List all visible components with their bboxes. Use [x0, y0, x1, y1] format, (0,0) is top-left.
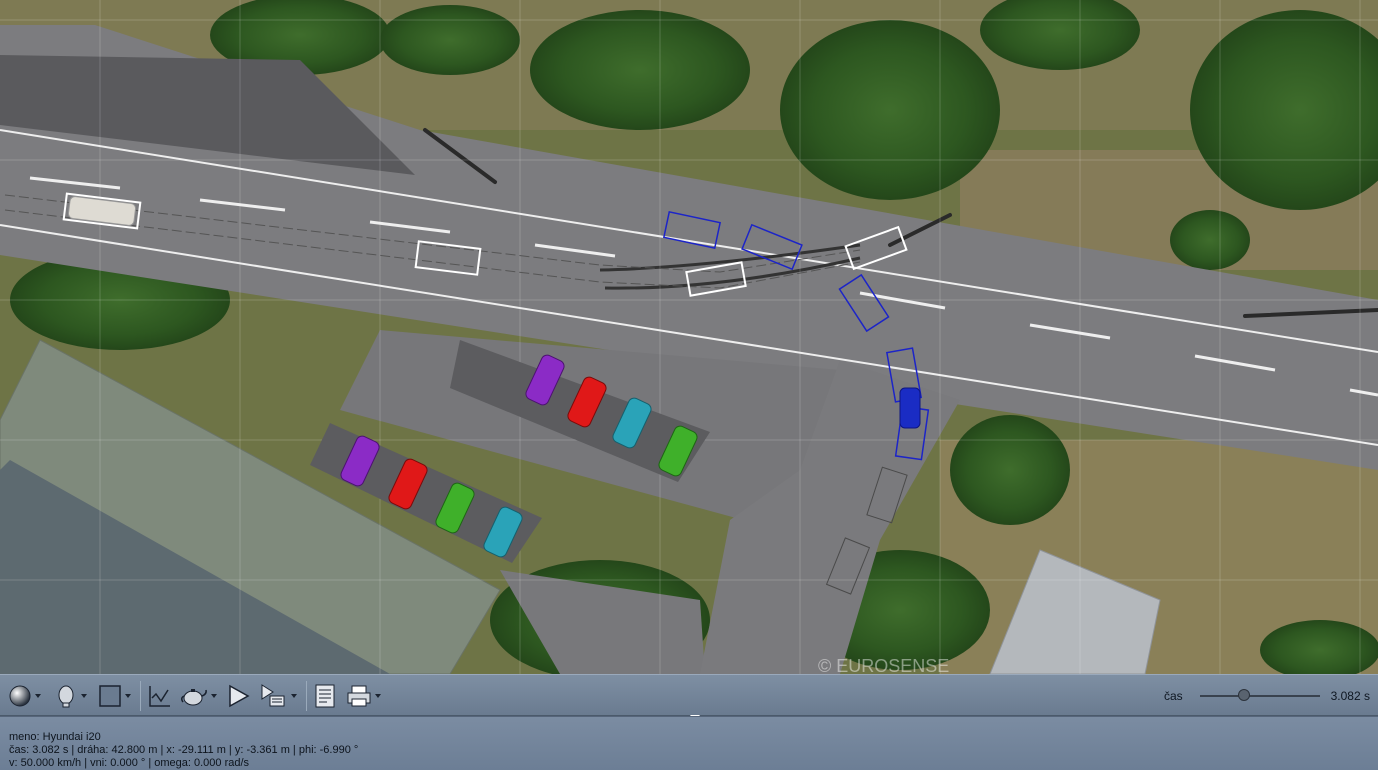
info-vehicle-name: meno: Hyundai i20	[9, 731, 101, 743]
chevron-down-icon	[375, 694, 381, 698]
graph-button[interactable]	[148, 682, 172, 710]
blue-car[interactable]	[899, 387, 921, 429]
info-panel: meno: Hyundai i20 čas: 3.082 s | dráha: …	[0, 716, 1378, 770]
teapot-icon	[180, 689, 207, 706]
simulation-viewport[interactable]: © EUROSENSE	[0, 0, 1378, 674]
play-button[interactable]	[226, 682, 250, 710]
report-button[interactable]	[314, 682, 336, 710]
document-icon	[315, 684, 335, 708]
square-icon	[99, 685, 121, 707]
time-slider-track[interactable]	[1200, 695, 1320, 697]
step-play-button[interactable]	[260, 682, 297, 710]
toolbar: čas 3.082 s	[0, 674, 1378, 716]
render-mode-button[interactable]	[8, 682, 41, 710]
graph-icon	[149, 686, 170, 707]
time-value: 3.082 s	[1330, 689, 1370, 703]
frame-button[interactable]	[98, 682, 131, 710]
chevron-down-icon	[125, 694, 131, 698]
teapot-button[interactable]	[180, 682, 217, 710]
aerial-map-scene[interactable]: © EUROSENSE	[0, 0, 1378, 674]
chevron-down-icon	[291, 694, 297, 698]
chevron-down-icon	[81, 694, 87, 698]
print-button[interactable]	[346, 682, 381, 710]
printer-icon	[347, 685, 371, 707]
map-watermark: © EUROSENSE	[818, 656, 949, 674]
step-play-icon	[261, 684, 285, 707]
chevron-down-icon	[211, 694, 217, 698]
info-velocity: v: 50.000 km/h | vni: 0.000 ° | omega: 0…	[9, 757, 250, 769]
time-slider-thumb[interactable]	[1238, 689, 1251, 701]
play-icon	[229, 684, 250, 708]
time-label: čas	[1164, 689, 1183, 703]
sphere-icon	[9, 685, 31, 707]
view-button[interactable]	[54, 682, 87, 710]
chevron-down-icon	[35, 694, 41, 698]
toolbar-separator	[140, 681, 141, 711]
head-icon	[58, 685, 74, 708]
info-kinematics: čas: 3.082 s | dráha: 42.800 m | x: -29.…	[9, 744, 359, 756]
toolbar-separator	[306, 681, 307, 711]
